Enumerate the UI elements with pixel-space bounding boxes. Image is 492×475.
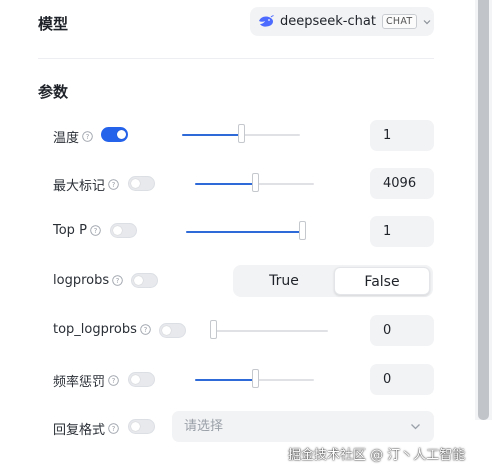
scrollbar-thumb[interactable] bbox=[478, 0, 489, 420]
help-icon[interactable]: ? bbox=[108, 375, 119, 386]
model-section-title: 模型 bbox=[38, 15, 69, 33]
toggle-knob bbox=[131, 375, 140, 384]
param-label-frequency-penalty: 频率惩罚 ? bbox=[53, 371, 119, 390]
param-label-max-tokens: 最大标记 ? bbox=[53, 175, 119, 194]
slider-thumb[interactable] bbox=[251, 173, 259, 192]
slider-thumb[interactable] bbox=[238, 124, 245, 143]
model-type-badge: CHAT bbox=[381, 14, 417, 29]
help-icon[interactable]: ? bbox=[140, 324, 151, 335]
param-label-text: 频率惩罚 bbox=[53, 375, 106, 390]
svg-text:?: ? bbox=[94, 227, 98, 235]
params-section-title: 参数 bbox=[38, 83, 69, 101]
response-format-toggle[interactable] bbox=[128, 419, 155, 434]
param-label-text: top_logprobs bbox=[53, 322, 137, 337]
deepseek-whale-icon bbox=[259, 14, 274, 27]
svg-text:?: ? bbox=[112, 377, 116, 385]
response-format-select[interactable]: 请选择 bbox=[172, 411, 434, 442]
top-logprobs-input[interactable]: 0 bbox=[370, 315, 434, 346]
max-tokens-toggle[interactable] bbox=[128, 176, 155, 191]
svg-text:?: ? bbox=[116, 277, 120, 285]
svg-text:?: ? bbox=[112, 181, 116, 189]
help-icon[interactable]: ? bbox=[112, 275, 123, 286]
slider-fill bbox=[186, 231, 302, 233]
frequency-penalty-slider[interactable] bbox=[195, 369, 314, 388]
response-format-placeholder: 请选择 bbox=[184, 419, 224, 434]
param-label-top-p: Top P ? bbox=[53, 223, 101, 238]
toggle-knob bbox=[162, 326, 171, 335]
help-icon[interactable]: ? bbox=[82, 131, 93, 142]
slider-fill bbox=[195, 379, 255, 381]
toggle-knob bbox=[131, 179, 140, 188]
section-divider bbox=[38, 58, 434, 59]
param-label-response-format: 回复格式 ? bbox=[53, 419, 119, 438]
param-row-top-p: Top P ? 1 bbox=[0, 216, 492, 247]
param-row-temperature: 温度 ? 1 bbox=[0, 120, 492, 151]
help-icon[interactable]: ? bbox=[108, 423, 119, 434]
slider-thumb[interactable] bbox=[210, 320, 217, 339]
frequency-penalty-toggle[interactable] bbox=[128, 372, 155, 387]
top-p-toggle[interactable] bbox=[110, 223, 137, 238]
param-label-text: 温度 bbox=[53, 131, 80, 146]
slider-fill bbox=[182, 134, 241, 136]
toggle-knob bbox=[134, 276, 143, 285]
max-tokens-input[interactable]: 4096 bbox=[370, 168, 434, 199]
param-label-logprobs: logprobs ? bbox=[53, 273, 123, 288]
slider-thumb[interactable] bbox=[299, 221, 306, 240]
slider-fill bbox=[195, 183, 255, 185]
top-p-slider[interactable] bbox=[186, 221, 306, 240]
param-label-top-logprobs: top_logprobs ? bbox=[53, 322, 151, 337]
param-label-text: logprobs bbox=[53, 273, 110, 288]
help-icon[interactable]: ? bbox=[90, 225, 101, 236]
param-row-frequency-penalty: 频率惩罚 ? 0 bbox=[0, 364, 492, 395]
top-logprobs-slider[interactable] bbox=[210, 320, 328, 339]
frequency-penalty-input[interactable]: 0 bbox=[370, 364, 434, 395]
param-label-temperature: 温度 ? bbox=[53, 127, 93, 146]
top-logprobs-toggle[interactable] bbox=[159, 323, 186, 338]
param-row-top-logprobs: top_logprobs ? 0 bbox=[0, 315, 492, 346]
logprobs-segmented-control: True False bbox=[233, 265, 433, 297]
svg-text:?: ? bbox=[112, 425, 116, 433]
logprobs-toggle[interactable] bbox=[131, 273, 158, 288]
svg-text:?: ? bbox=[86, 133, 90, 141]
model-name: deepseek-chat bbox=[280, 14, 376, 29]
toggle-knob bbox=[117, 130, 126, 139]
slider-track bbox=[213, 330, 328, 332]
model-select[interactable]: deepseek-chat CHAT bbox=[250, 7, 434, 36]
param-label-text: Top P bbox=[53, 223, 87, 238]
svg-text:?: ? bbox=[144, 326, 148, 334]
chevron-down-icon bbox=[423, 19, 430, 24]
watermark-text: 掘金技术社区 @ 汀丶人工智能 bbox=[288, 448, 466, 463]
temperature-toggle[interactable] bbox=[101, 127, 128, 142]
param-label-text: 回复格式 bbox=[53, 423, 106, 438]
vertical-scrollbar[interactable] bbox=[475, 0, 492, 420]
help-icon[interactable]: ? bbox=[108, 179, 119, 190]
toggle-knob bbox=[113, 226, 122, 235]
temperature-input[interactable]: 1 bbox=[370, 120, 434, 151]
param-label-text: 最大标记 bbox=[53, 179, 106, 194]
chevron-down-icon bbox=[411, 424, 420, 430]
top-p-input[interactable]: 1 bbox=[370, 216, 434, 247]
max-tokens-slider[interactable] bbox=[195, 173, 314, 192]
param-row-max-tokens: 最大标记 ? 4096 bbox=[0, 168, 492, 199]
slider-thumb[interactable] bbox=[251, 369, 259, 388]
toggle-knob bbox=[131, 422, 140, 431]
logprobs-false-option[interactable]: False bbox=[334, 267, 430, 295]
temperature-slider[interactable] bbox=[182, 124, 300, 143]
logprobs-true-option[interactable]: True bbox=[236, 267, 332, 295]
